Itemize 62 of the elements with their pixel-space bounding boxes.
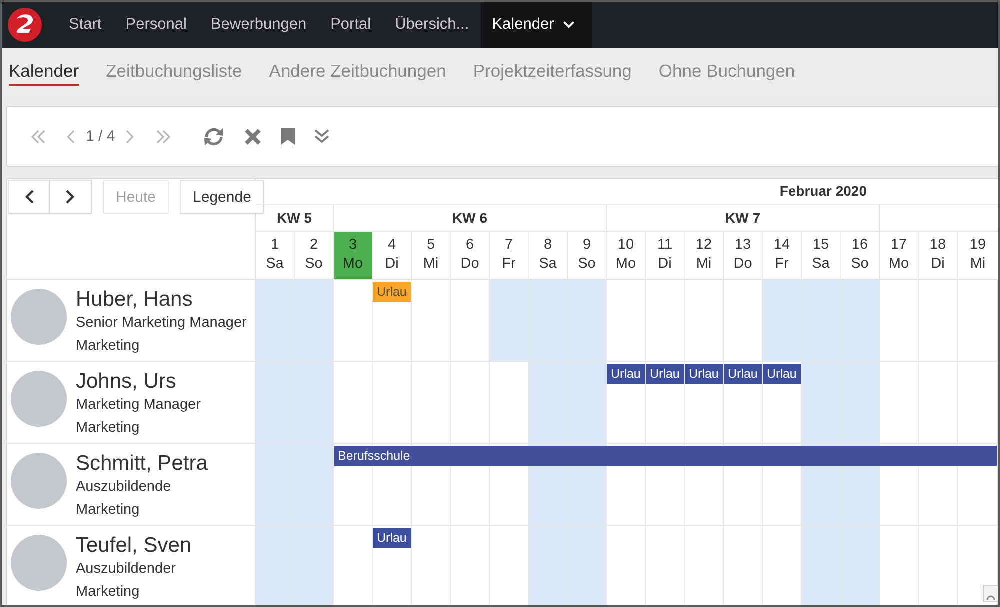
event-bar[interactable]: Urlau	[373, 282, 411, 302]
day-header[interactable]: 19 Mi	[958, 232, 998, 279]
month-label: Februar 2020	[780, 183, 867, 199]
employee-name: Johns, Urs	[76, 369, 178, 394]
calendar-button[interactable]: Legende	[180, 180, 264, 214]
department-label: Marketing	[76, 501, 141, 520]
refresh-icon[interactable]	[203, 126, 226, 146]
job-title: Auszubildende	[76, 478, 172, 497]
day-header[interactable]: 3 Mo	[334, 232, 373, 279]
day-header[interactable]: 5 Mi	[412, 232, 451, 279]
bookmark-icon[interactable]	[281, 128, 296, 145]
day-header[interactable]: 6 Do	[451, 232, 490, 279]
day-header[interactable]: 11 Di	[646, 232, 685, 279]
chevron-right-icon	[66, 190, 75, 204]
week-header: KW 6	[334, 205, 607, 231]
day-header[interactable]: 10 Mo	[607, 232, 646, 279]
chevron-left-icon	[24, 190, 34, 204]
event-bar[interactable]: Urlau	[685, 364, 723, 384]
day-header[interactable]: 16 So	[841, 232, 880, 279]
nav-item[interactable]: Kalender	[481, 2, 592, 48]
previous-button[interactable]	[8, 180, 50, 214]
event-bar[interactable]: Urlau	[646, 364, 684, 384]
tab[interactable]: Kalender	[9, 61, 80, 86]
event-bar[interactable]: Berufsschule	[334, 446, 997, 466]
next-button[interactable]	[50, 180, 92, 214]
event-bar[interactable]: Urlau	[724, 364, 762, 384]
nav-item[interactable]: Portal	[318, 2, 384, 48]
day-header[interactable]: 12 Mi	[685, 232, 724, 279]
day-header[interactable]: 9 So	[568, 232, 607, 279]
event-bar[interactable]: Urlau	[607, 364, 645, 384]
event-bar[interactable]: Urlau	[373, 528, 411, 548]
week-header: KW 7	[607, 205, 880, 231]
job-title: Senior Marketing Manager	[76, 314, 247, 333]
arc-icon	[986, 594, 996, 600]
corner-button[interactable]	[983, 585, 998, 602]
job-title: Marketing Manager	[76, 396, 201, 415]
employee-name: Schmitt, Petra	[76, 451, 208, 476]
day-header[interactable]: 13 Do	[724, 232, 763, 279]
cross-icon[interactable]	[244, 128, 262, 146]
nav-item[interactable]: Bewerbungen	[198, 2, 319, 48]
day-header[interactable]: 15 Sa	[802, 232, 841, 279]
department-label: Marketing	[76, 583, 141, 602]
day-header[interactable]: 18 Di	[919, 232, 958, 279]
employee-name: Huber, Hans	[76, 287, 194, 312]
nav-item[interactable]: Start	[57, 2, 114, 48]
page-indicator: 1 / 4	[86, 128, 116, 145]
department-label: Marketing	[76, 337, 141, 356]
event-bar[interactable]: Urlau	[763, 364, 801, 384]
day-header[interactable]: 17 Mo	[880, 232, 919, 279]
week-header: KW 5	[256, 205, 334, 231]
nav-item[interactable]: Übersich...	[383, 2, 482, 48]
day-header[interactable]: 1 Sa	[256, 232, 295, 279]
double-chevron-down-icon[interactable]	[314, 129, 330, 144]
day-header[interactable]: 4 Di	[373, 232, 412, 279]
day-header[interactable]: 14 Fr	[763, 232, 802, 279]
day-header[interactable]: 7 Fr	[490, 232, 529, 279]
department-label: Marketing	[76, 419, 141, 438]
logo-icon[interactable]	[8, 8, 42, 42]
day-header[interactable]: 8 Sa	[529, 232, 568, 279]
employee-name: Teufel, Sven	[76, 533, 192, 558]
nav-item[interactable]: Personal	[114, 2, 199, 48]
job-title: Auszubildender	[76, 560, 177, 579]
